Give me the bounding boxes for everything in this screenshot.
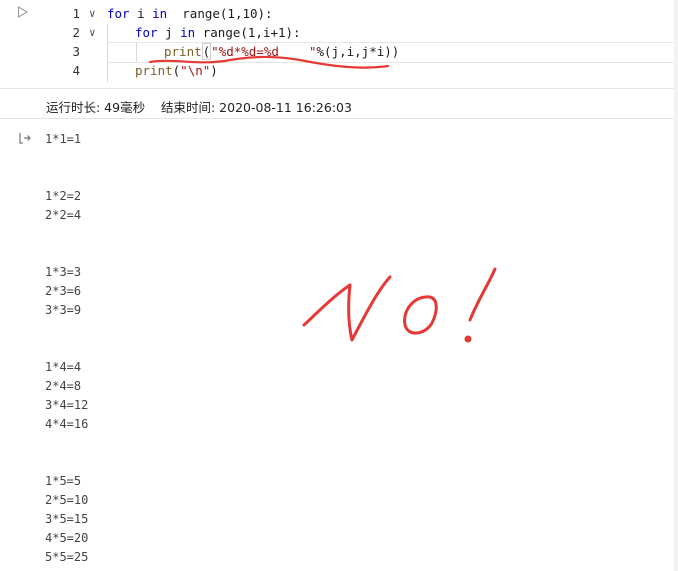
output-line: 1*1=1 — [45, 132, 82, 146]
output-line: 2*2=4 — [45, 208, 82, 222]
output-line: 1*4=4 — [45, 360, 82, 374]
output-line: 2*3=6 — [45, 284, 82, 298]
output-line: 4*5=20 — [45, 531, 89, 545]
cell-divider — [0, 88, 678, 89]
output-line: 3*4=12 — [45, 398, 89, 412]
output-line: 4*4=16 — [45, 417, 89, 431]
end-time: 结束时间: 2020-08-11 16:26:03 — [161, 100, 352, 115]
red-underline-annotation — [148, 55, 390, 69]
handwritten-no-annotation — [302, 267, 497, 343]
output-line: 2*5=10 — [45, 493, 89, 507]
scrollbar[interactable] — [674, 0, 678, 571]
execution-info: 运行时长: 49毫秒 结束时间: 2020-08-11 16:26:03 — [46, 97, 352, 116]
output-line: 1*3=3 — [45, 265, 82, 279]
output-line: 1*2=2 — [45, 189, 82, 203]
output-line: 3*5=15 — [45, 512, 89, 526]
output-line: 3*3=9 — [45, 303, 82, 317]
output-line: 5*5=25 — [45, 550, 89, 564]
output-line: 2*4=8 — [45, 379, 82, 393]
output-arrow-icon[interactable] — [18, 131, 32, 145]
run-time: 运行时长: 49毫秒 — [46, 100, 146, 115]
output-line: 1*5=5 — [45, 474, 82, 488]
